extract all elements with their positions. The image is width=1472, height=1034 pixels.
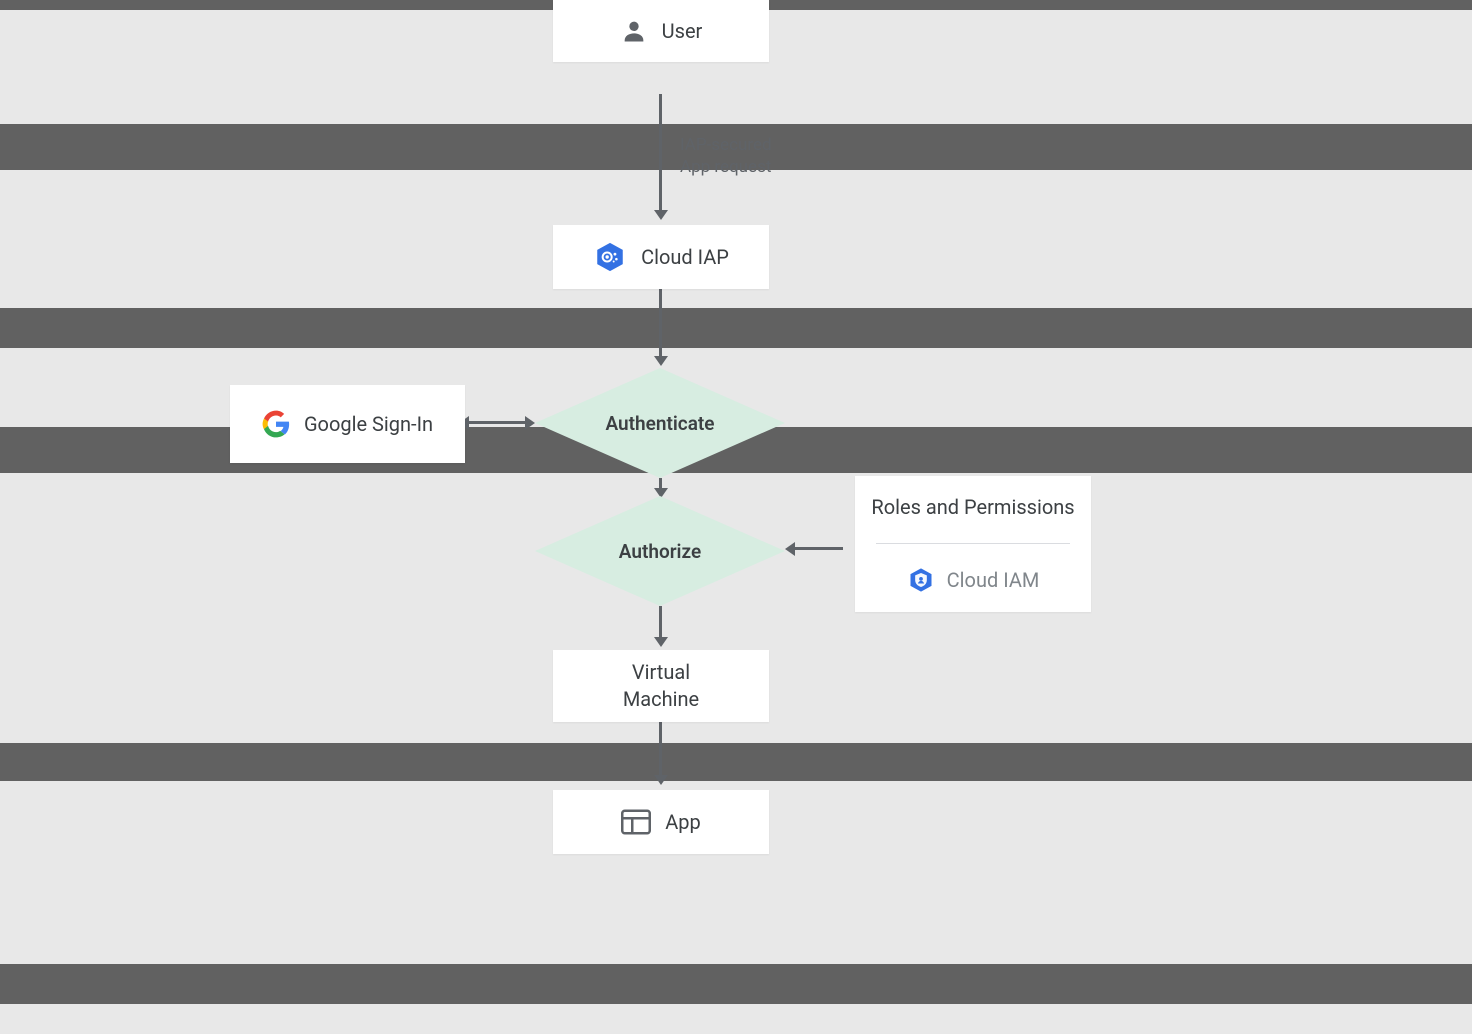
edge-vm-to-app <box>659 722 662 777</box>
node-cloud-iap: Cloud IAP <box>553 225 769 289</box>
node-google-signin: Google Sign-In <box>230 385 465 463</box>
node-vm-label: Virtual Machine <box>623 659 699 713</box>
node-cloud-iap-label: Cloud IAP <box>641 244 729 271</box>
node-user: User <box>553 0 769 62</box>
node-roles-title: Roles and Permissions <box>871 494 1074 521</box>
app-icon <box>621 809 651 835</box>
node-authenticate-label: Authenticate <box>605 412 714 435</box>
edge-iap-to-auth <box>659 289 662 358</box>
node-google-signin-label: Google Sign-In <box>304 411 433 438</box>
cloud-iap-icon <box>593 240 627 274</box>
node-authorize-label: Authorize <box>619 540 701 563</box>
edge-signin-to-auth <box>467 421 527 424</box>
node-authorize: Authorize <box>535 496 785 606</box>
background-band <box>0 308 1472 348</box>
cloud-iam-icon <box>907 566 935 594</box>
edge-user-to-iap <box>659 94 662 212</box>
edge-auth-to-authz <box>659 478 662 490</box>
background-band <box>0 743 1472 781</box>
node-roles-permissions: Roles and Permissions Cloud IAM <box>855 476 1091 612</box>
background-band <box>0 964 1472 1004</box>
google-icon <box>262 410 290 438</box>
edge-label-request: IAP-secured App request <box>680 134 772 178</box>
user-icon <box>620 17 648 45</box>
node-virtual-machine: Virtual Machine <box>553 650 769 722</box>
edge-authz-to-vm <box>659 606 662 639</box>
divider <box>876 543 1070 544</box>
edge-roles-to-authz <box>793 547 843 550</box>
node-authenticate: Authenticate <box>535 368 785 478</box>
node-user-label: User <box>662 18 703 45</box>
diagram-canvas: IAP-secured App request User Cloud IAP G… <box>0 0 1472 1034</box>
node-app-label: App <box>665 809 701 836</box>
node-app: App <box>553 790 769 854</box>
node-cloud-iam-label: Cloud IAM <box>947 567 1040 594</box>
